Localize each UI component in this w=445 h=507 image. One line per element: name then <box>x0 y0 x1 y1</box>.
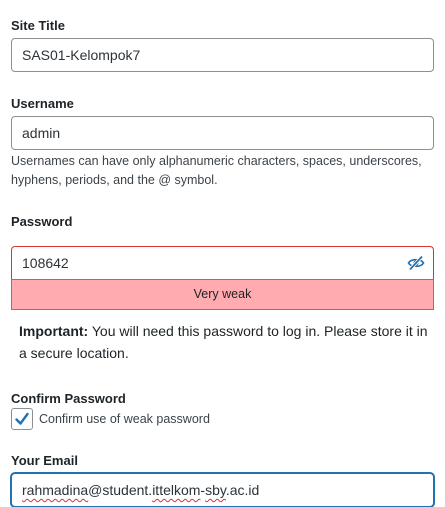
username-label: Username <box>11 96 74 111</box>
email-part-user: rahmadina <box>22 482 89 498</box>
email-input[interactable]: rahmadina@student.ittelkom-sby.ac.id <box>11 473 434 507</box>
username-input[interactable]: admin <box>11 116 434 150</box>
important-label: Important: <box>19 323 89 339</box>
password-input[interactable]: 108642 <box>11 246 434 279</box>
eye-slash-icon[interactable] <box>407 255 425 271</box>
email-part-sby: sby <box>205 482 226 498</box>
email-label: Your Email <box>11 453 78 468</box>
site-title-input[interactable]: SAS01-Kelompok7 <box>11 38 434 72</box>
password-strength-meter: Very weak <box>11 279 434 310</box>
email-part-domain-start: @student. <box>88 482 153 498</box>
site-title-label: Site Title <box>11 18 65 33</box>
email-part-tld: .ac.id <box>225 482 260 498</box>
email-value: rahmadina@student.ittelkom-sby.ac.id <box>22 474 259 506</box>
username-value: admin <box>22 125 61 141</box>
password-label: Password <box>11 214 73 229</box>
confirm-weak-password-checkbox[interactable] <box>11 408 33 430</box>
email-part-ittelkom: ittelkom <box>152 482 201 498</box>
username-help-text: Usernames can have only alphanumeric cha… <box>11 154 422 187</box>
site-title-value: SAS01-Kelompok7 <box>22 47 141 63</box>
checkmark-icon <box>15 412 29 425</box>
confirm-password-label: Confirm Password <box>11 391 126 406</box>
password-important-note: Important: You will need this password t… <box>19 320 431 364</box>
password-value: 108642 <box>22 255 69 271</box>
confirm-weak-password-label[interactable]: Confirm use of weak password <box>39 410 210 428</box>
